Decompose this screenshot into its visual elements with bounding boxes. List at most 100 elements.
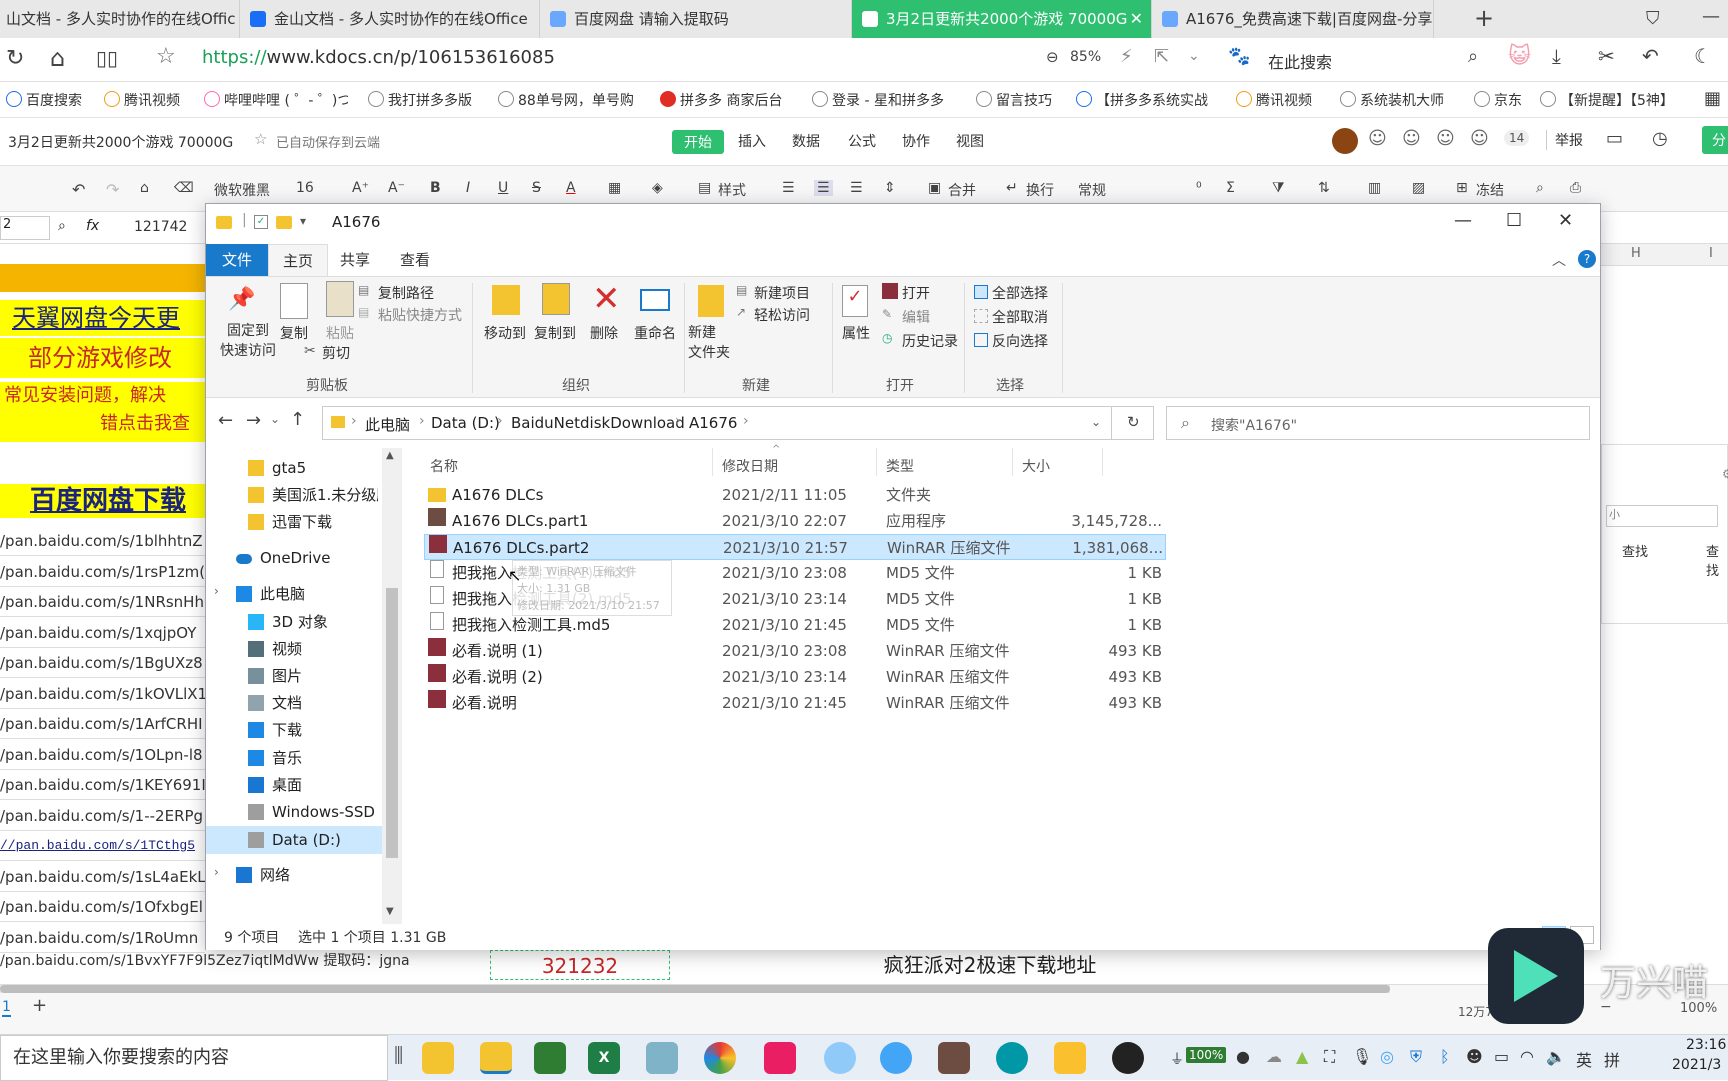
sheet-tab[interactable]: 1 xyxy=(2,999,11,1017)
sheet-link-row[interactable]: /pan.baidu.com/s/1sL4aEkL xyxy=(0,862,205,892)
select-all-button[interactable]: 全部选择 xyxy=(992,283,1048,303)
edge-icon[interactable] xyxy=(996,1042,1028,1074)
menu-start[interactable]: 开始 xyxy=(672,130,724,154)
check-icon[interactable]: ✓ xyxy=(254,215,268,229)
search-icon[interactable]: ⌕ xyxy=(1468,46,1478,67)
expand-chevron-icon[interactable]: › xyxy=(214,865,219,879)
shield-icon[interactable]: ⛨ xyxy=(1410,1047,1422,1067)
file-row[interactable]: A1676 DLCs.part1 2021/3/10 22:07 应用程序 3,145… xyxy=(424,508,1166,534)
volume-icon[interactable]: 🔈 xyxy=(1546,1047,1566,1066)
excel-icon[interactable]: X xyxy=(588,1042,620,1074)
star-icon[interactable]: ☆ xyxy=(254,130,267,148)
battery-icon[interactable]: ▭ xyxy=(1494,1047,1509,1066)
share-icon[interactable]: ⇱ xyxy=(1154,46,1169,67)
menu-view[interactable]: 视图 xyxy=(956,131,984,151)
invert-selection-button[interactable]: 反向选择 xyxy=(992,331,1048,351)
freeze-icon[interactable]: ⊞ xyxy=(1456,180,1468,196)
search-engine-input[interactable]: 在此搜索 xyxy=(1268,49,1332,73)
sheet-link-row[interactable]: /pan.baidu.com/s/1BgUXz8 xyxy=(0,648,205,678)
sidebar-item[interactable]: 美国派1.未分级版 xyxy=(240,481,378,509)
new-folder-button[interactable]: 新建 文件夹 xyxy=(688,323,730,363)
sidebar-item[interactable]: Data (D:) xyxy=(206,826,382,854)
qq-icon[interactable]: ☻ xyxy=(1466,1047,1483,1066)
align-left-icon[interactable]: ☰ xyxy=(782,180,795,196)
merge-button[interactable]: 合并 xyxy=(948,180,976,200)
forward-arrow-icon[interactable]: → xyxy=(246,410,261,431)
filter-icon[interactable]: ⧩ xyxy=(1272,180,1285,196)
tab-file[interactable]: 文件 xyxy=(206,244,268,276)
chevron-up-icon[interactable]: ︿ xyxy=(1552,250,1566,270)
wrap-icon[interactable]: ↵ xyxy=(1006,180,1018,196)
menu-formula[interactable]: 公式 xyxy=(848,131,876,151)
tab-view[interactable]: 查看 xyxy=(386,244,444,276)
sidebar-item[interactable]: 此电脑 xyxy=(228,580,378,608)
copy-path-button[interactable]: 复制路径 xyxy=(378,283,434,303)
bookmark[interactable]: 哔哩哔哩 ( ゜- ゜)つ xyxy=(204,90,348,110)
sidebar-item[interactable]: 图片 xyxy=(240,662,378,690)
avatar[interactable] xyxy=(1332,128,1358,154)
history-button[interactable]: 历史记录 xyxy=(902,331,958,351)
sheet-banner[interactable]: 百度网盘下载 xyxy=(0,484,210,518)
gear-icon[interactable]: ⚙ xyxy=(1722,467,1728,481)
quick-access-dropdown-icon[interactable]: ▾ xyxy=(300,214,306,228)
tab-share[interactable]: 共享 xyxy=(326,244,384,276)
copy-to-button[interactable]: 复制到 xyxy=(534,323,576,343)
colorful-app-icon[interactable] xyxy=(704,1042,736,1074)
star-icon[interactable]: ☆ xyxy=(156,44,176,69)
sheet-link-row[interactable]: /pan.baidu.com/s/1kOVLlX1 xyxy=(0,679,205,709)
cat-icon[interactable]: 😺 xyxy=(1508,44,1531,69)
sidebar-item[interactable]: 文档 xyxy=(240,689,378,717)
undo-icon[interactable]: ↶ xyxy=(72,180,85,199)
sheet-link-row[interactable]: /pan.baidu.com/s/1rsP1zm( xyxy=(0,557,205,587)
sheet-code-cell[interactable]: 321232 xyxy=(490,950,670,980)
freeze-button[interactable]: 冻结 xyxy=(1476,180,1504,200)
browser-tab[interactable]: A1676_免费高速下载|百度网盘-分享无 xyxy=(1152,0,1434,38)
ime-language[interactable]: 英 xyxy=(1576,1047,1592,1071)
fill-color-icon[interactable]: ◈ xyxy=(652,180,663,196)
shirt-icon[interactable]: ⛉ xyxy=(1646,8,1660,29)
share-button[interactable]: 分 xyxy=(1702,126,1728,154)
bluetooth-icon[interactable]: ᛒ xyxy=(1440,1047,1450,1066)
sheet-link-row[interactable]: /pan.baidu.com/s/1ArfCRHI xyxy=(0,709,205,739)
open-button[interactable]: 打开 xyxy=(902,283,930,303)
bookmark[interactable]: 百度搜索 xyxy=(6,90,90,110)
recent-dropdown-icon[interactable]: ⌄ xyxy=(270,412,280,426)
scroll-thumb[interactable] xyxy=(386,588,398,858)
sheet-link-row[interactable]: /pan.baidu.com/s/1OLpn-l8 xyxy=(0,740,205,770)
history-icon[interactable]: ◷ xyxy=(1652,128,1668,149)
chevron-down-icon[interactable]: ⌄ xyxy=(1091,415,1101,429)
browser-tab[interactable]: 山文档 - 多人实时协作的在线Offic xyxy=(0,0,240,38)
pin-quick-access-button[interactable]: 固定到 快速访问 xyxy=(220,321,276,361)
easy-access-button[interactable]: 轻松访问 xyxy=(754,305,810,325)
merge-icon[interactable]: ▣ xyxy=(928,180,941,196)
column-header-name[interactable]: 名称 xyxy=(430,456,458,476)
bookmark[interactable]: 拼多多 商家后台 xyxy=(660,90,800,110)
sidebar-item[interactable]: gta5 xyxy=(240,454,378,482)
close-button[interactable]: ✕ xyxy=(1558,210,1573,231)
sheet-link-row[interactable]: /pan.baidu.com/s/1NRsnHh xyxy=(0,587,205,617)
scroll-up-icon[interactable]: ▲ xyxy=(386,450,394,461)
search-icon[interactable]: ⌕ xyxy=(1536,180,1544,196)
ime-mode[interactable]: 拼 xyxy=(1604,1047,1620,1071)
report-button[interactable]: 举报 xyxy=(1546,130,1583,150)
bookmark[interactable]: 我打拼多多版 xyxy=(368,90,484,110)
clock-time[interactable]: 23:16 xyxy=(1686,1037,1726,1053)
obs-icon[interactable] xyxy=(1112,1042,1144,1074)
font-shrink-icon[interactable]: A⁻ xyxy=(388,180,405,196)
cut-button[interactable]: 剪切 xyxy=(322,343,350,363)
sort-icon[interactable]: ⇅ xyxy=(1318,180,1330,196)
sum-icon[interactable]: Σ xyxy=(1226,180,1235,196)
cloud-icon[interactable]: ☁ xyxy=(1266,1047,1282,1066)
tray-icon[interactable]: ● xyxy=(1236,1047,1250,1066)
delete-button[interactable]: 删除 xyxy=(590,323,618,343)
sheet-link-row[interactable]: /pan.baidu.com/s/1blhhtnZ xyxy=(0,526,205,556)
bookmark[interactable]: 腾讯视频 xyxy=(1236,90,1324,110)
browser-icon[interactable] xyxy=(880,1042,912,1074)
find-button[interactable]: 查找 xyxy=(1622,541,1648,560)
fx-icon[interactable]: fx xyxy=(86,218,99,234)
style-button[interactable]: 样式 xyxy=(718,180,746,200)
sidebar-item[interactable]: 音乐 xyxy=(240,744,378,772)
bookmark[interactable]: 88单号网，单号购 xyxy=(498,90,642,110)
browser-tab-active[interactable]: 3月2日更新共2000个游戏 70000G ✕ xyxy=(852,0,1152,38)
doc-title[interactable]: 3月2日更新共2000个游戏 70000G xyxy=(8,132,233,152)
